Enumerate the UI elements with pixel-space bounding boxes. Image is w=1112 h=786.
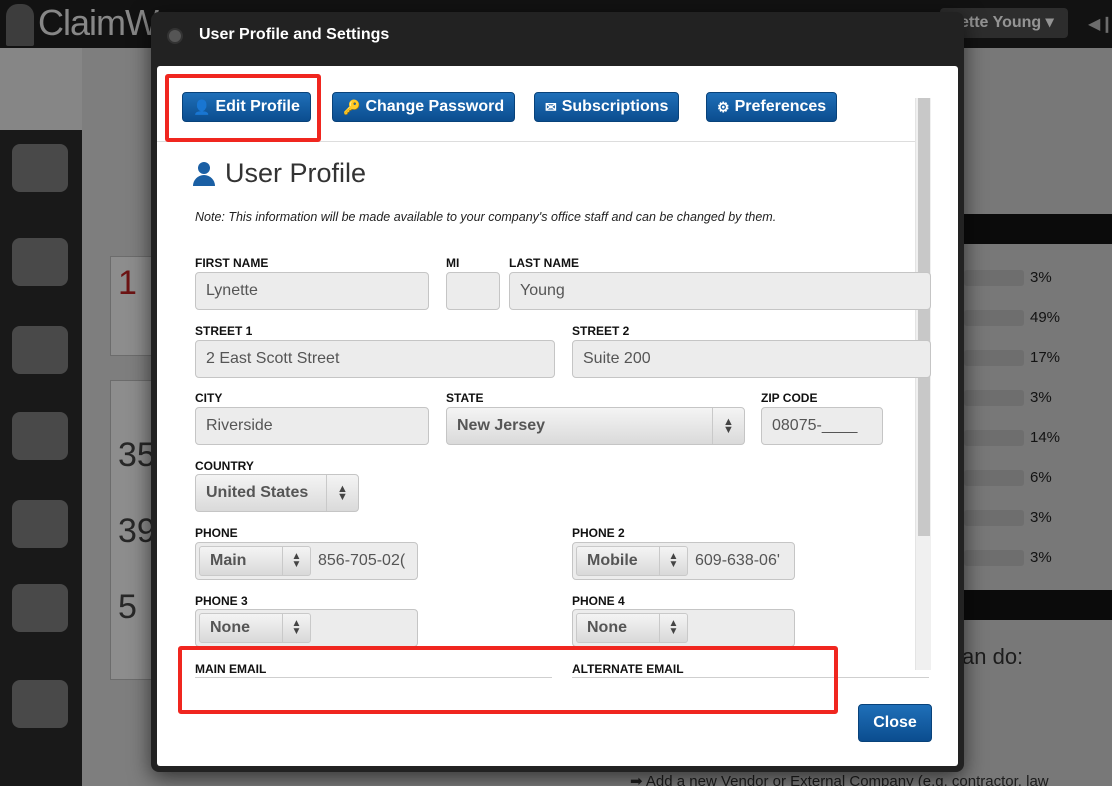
phone2-field[interactable]: Mobile ▲ ▼ 609-638-06'	[572, 542, 795, 580]
state-label: STATE	[446, 391, 484, 405]
tab-label: Edit Profile	[215, 98, 300, 115]
section-title-text: User Profile	[225, 158, 367, 188]
select-arrows-icon: ▲ ▼	[282, 614, 310, 642]
phone3-label: PHONE 3	[195, 594, 248, 608]
phone2-type-select[interactable]: Mobile ▲ ▼	[576, 546, 688, 576]
gear-icon: ⚙	[717, 98, 730, 115]
first-name-field[interactable]: Lynette	[195, 272, 429, 310]
phone-number-input[interactable]: 856-705-02(	[318, 552, 405, 570]
zip-label: ZIP CODE	[761, 391, 818, 405]
user-profile-icon	[191, 161, 217, 187]
phone-type-select[interactable]: Main ▲ ▼	[199, 546, 311, 576]
profile-note: Note: This information will be made avai…	[195, 210, 777, 224]
phone4-label: PHONE 4	[572, 594, 625, 608]
select-arrows-icon: ▲ ▼	[282, 547, 310, 575]
phone-type-value: Main	[210, 552, 247, 569]
last-name-field[interactable]: Young	[509, 272, 931, 310]
alternate-email-label: ALTERNATE EMAIL	[572, 662, 684, 676]
tab-edit-profile[interactable]: 👤 Edit Profile	[182, 92, 311, 122]
tab-preferences[interactable]: ⚙ Preferences	[706, 92, 838, 122]
settings-tabs: 👤 Edit Profile 🔑 Change Password ✉ Subsc…	[157, 66, 927, 142]
phone2-type-value: Mobile	[587, 552, 638, 569]
modal-title: User Profile and Settings	[199, 26, 390, 43]
city-label: CITY	[195, 391, 223, 405]
phone-field[interactable]: Main ▲ ▼ 856-705-02(	[195, 542, 418, 580]
user-icon: 👤	[193, 98, 211, 115]
country-select[interactable]: United States ▲ ▼	[195, 474, 359, 512]
street1-field[interactable]: 2 East Scott Street	[195, 340, 555, 378]
phone4-type-select[interactable]: None ▲ ▼	[576, 613, 688, 643]
select-arrows-icon: ▲ ▼	[659, 547, 687, 575]
main-email-field[interactable]	[195, 677, 552, 678]
phone3-type-select[interactable]: None ▲ ▼	[199, 613, 311, 643]
tab-label: Change Password	[365, 98, 505, 115]
state-select-value: New Jersey	[457, 417, 546, 434]
select-arrows-icon: ▲ ▼	[326, 475, 358, 511]
street2-field[interactable]: Suite 200	[572, 340, 931, 378]
close-button[interactable]: Close	[858, 704, 932, 742]
mi-label: MI	[446, 256, 460, 270]
street2-label: STREET 2	[572, 324, 630, 338]
modal-status-icon	[167, 28, 183, 44]
first-name-label: FIRST NAME	[195, 256, 269, 270]
state-select[interactable]: New Jersey ▲ ▼	[446, 407, 745, 445]
key-icon: 🔑	[343, 98, 361, 115]
modal-body: 👤 Edit Profile 🔑 Change Password ✉ Subsc…	[157, 66, 958, 766]
user-profile-modal: User Profile and Settings 👤 Edit Profile…	[151, 12, 964, 772]
country-label: COUNTRY	[195, 459, 254, 473]
city-field[interactable]: Riverside	[195, 407, 429, 445]
mi-field[interactable]	[446, 272, 500, 310]
envelope-icon: ✉	[545, 98, 557, 115]
phone3-field[interactable]: None ▲ ▼	[195, 609, 418, 647]
street1-label: STREET 1	[195, 324, 253, 338]
phone-label: PHONE	[195, 526, 238, 540]
phone3-type-value: None	[210, 619, 250, 636]
select-arrows-icon: ▲ ▼	[712, 408, 744, 444]
tab-label: Subscriptions	[561, 98, 669, 115]
section-title: User Profile	[191, 158, 366, 189]
zip-field[interactable]: 08075-____	[761, 407, 883, 445]
phone4-field[interactable]: None ▲ ▼	[572, 609, 795, 647]
last-name-label: LAST NAME	[509, 256, 579, 270]
scrollbar-thumb[interactable]	[918, 98, 930, 536]
phone2-number-input[interactable]: 609-638-06'	[695, 552, 780, 570]
tab-change-password[interactable]: 🔑 Change Password	[332, 92, 516, 122]
phone2-label: PHONE 2	[572, 526, 625, 540]
alternate-email-field[interactable]	[572, 677, 929, 678]
scrollbar[interactable]	[915, 98, 931, 670]
country-select-value: United States	[206, 484, 309, 501]
main-email-label: MAIN EMAIL	[195, 662, 267, 676]
select-arrows-icon: ▲ ▼	[659, 614, 687, 642]
tab-label: Preferences	[734, 98, 827, 115]
tab-subscriptions[interactable]: ✉ Subscriptions	[534, 92, 680, 122]
phone4-type-value: None	[587, 619, 627, 636]
